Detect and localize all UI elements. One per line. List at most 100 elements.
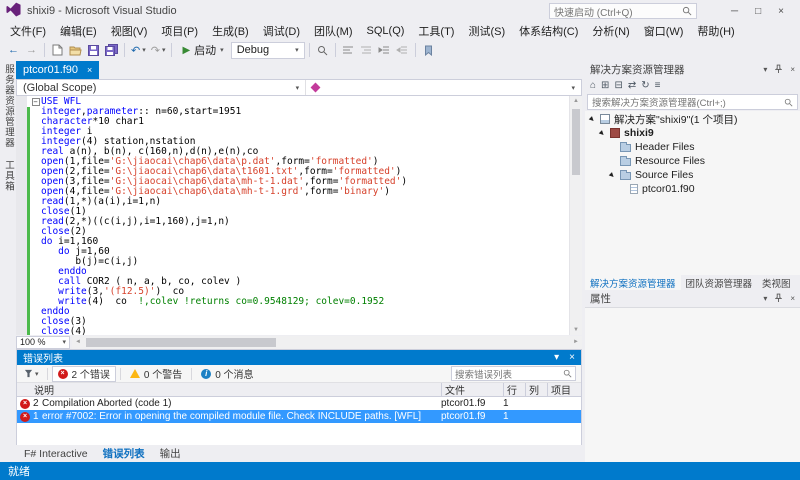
refresh-icon[interactable]: ↻	[641, 80, 649, 91]
warnings-filter-button[interactable]: 0 个警告	[125, 366, 187, 382]
menu-item-team[interactable]: 团队(M)	[307, 22, 360, 40]
column-header-file[interactable]: 文件	[441, 383, 503, 396]
collapse-all-icon[interactable]: ⊟	[614, 80, 622, 91]
errors-filter-button[interactable]: × 2 个错误	[52, 366, 116, 382]
open-file-button[interactable]	[67, 41, 84, 59]
navigate-forward-button[interactable]: →	[23, 41, 40, 59]
scroll-right-icon[interactable]: ►	[573, 339, 579, 345]
menu-item-project[interactable]: 项目(P)	[154, 22, 205, 40]
menu-item-view[interactable]: 视图(V)	[104, 22, 155, 40]
member-dropdown[interactable]: ▾	[306, 80, 581, 95]
close-icon[interactable]: ×	[790, 65, 795, 74]
save-button[interactable]	[85, 41, 102, 59]
redo-button[interactable]: ↷▾	[149, 41, 168, 59]
debug-configuration-dropdown[interactable]: Debug ▾	[231, 42, 305, 59]
menu-item-sql[interactable]: SQL(Q)	[360, 24, 412, 38]
code-editor[interactable]: −USE WFLinteger,parameter:: n=60,start=1…	[16, 96, 569, 335]
vertical-scrollbar-thumb[interactable]	[572, 109, 580, 175]
indent-button[interactable]	[376, 41, 393, 59]
pin-icon[interactable]	[775, 293, 782, 303]
maximize-button[interactable]: □	[755, 6, 761, 17]
menu-item-analyze[interactable]: 分析(N)	[585, 22, 636, 40]
sidebar-tab-toolbox[interactable]: 工具箱	[1, 160, 15, 192]
tree-item-source-files[interactable]: ▶Source Files	[585, 168, 800, 182]
status-bar: 就绪	[0, 462, 800, 480]
properties-icon[interactable]: ≡	[655, 80, 661, 91]
scope-dropdown[interactable]: (Global Scope) ▾	[17, 80, 306, 95]
column-header-column[interactable]: 列	[525, 383, 547, 396]
window-position-icon[interactable]: ▾	[763, 65, 767, 74]
start-debug-button[interactable]: ▶ 启动 ▾	[176, 41, 229, 59]
bookmark-button[interactable]	[420, 41, 437, 59]
horizontal-scrollbar-thumb[interactable]	[86, 338, 276, 347]
separator	[191, 368, 192, 380]
tree-item-resource-files[interactable]: Resource Files	[585, 154, 800, 168]
menu-item-window[interactable]: 窗口(W)	[637, 22, 691, 40]
undo-button[interactable]: ↶▾	[129, 41, 148, 59]
menu-item-help[interactable]: 帮助(H)	[690, 22, 741, 40]
vertical-scrollbar[interactable]: ▲ ▼	[569, 96, 582, 335]
solution-explorer-tab-0[interactable]: 解决方案资源管理器	[585, 275, 681, 290]
bottom-tab-0[interactable]: F# Interactive	[17, 447, 95, 461]
window-position-icon[interactable]: ▾	[763, 294, 767, 303]
save-all-button[interactable]	[103, 41, 120, 59]
quick-launch-input[interactable]: 快速启动 (Ctrl+Q)	[549, 3, 697, 19]
menu-item-architecture[interactable]: 体系结构(C)	[512, 22, 585, 40]
scroll-left-icon[interactable]: ◄	[75, 339, 81, 345]
error-row[interactable]: ×2Compilation Aborted (code 1)ptcor01.f9…	[17, 397, 581, 410]
new-file-button[interactable]	[49, 41, 66, 59]
fold-collapse-icon[interactable]: −	[32, 98, 40, 106]
tree-item-header-files[interactable]: Header Files	[585, 140, 800, 154]
messages-filter-button[interactable]: i 0 个消息	[196, 366, 258, 382]
expander-icon[interactable]: ▶	[597, 128, 608, 139]
toolbar-separator	[415, 43, 416, 57]
close-icon[interactable]: ×	[569, 352, 575, 363]
menu-item-test[interactable]: 测试(S)	[461, 22, 512, 40]
home-icon[interactable]: ⌂	[590, 80, 596, 91]
solution-explorer-search-input[interactable]: 搜索解决方案资源管理器(Ctrl+;)	[587, 94, 798, 110]
tree-item-project-shixi9[interactable]: ▶shixi9	[585, 126, 800, 140]
solution-explorer-tab-2[interactable]: 类视图	[757, 275, 796, 290]
expander-icon[interactable]: ▶	[587, 114, 598, 125]
error-row[interactable]: ×1error #7002: Error in opening the comp…	[17, 410, 581, 423]
title-bar: shixi9 - Microsoft Visual Studio 快速启动 (C…	[0, 0, 800, 22]
scroll-up-icon[interactable]: ▲	[573, 98, 579, 104]
tab-close-icon[interactable]: ×	[87, 65, 92, 75]
tree-item-solution[interactable]: ▶解决方案"shixi9"(1 个项目)	[585, 112, 800, 126]
menu-item-edit[interactable]: 编辑(E)	[53, 22, 104, 40]
uncomment-button[interactable]	[358, 41, 375, 59]
tree-item-file-ptcor01-f90[interactable]: ptcor01.f90	[585, 182, 800, 196]
column-header-description[interactable]: 说明	[17, 382, 441, 397]
close-button[interactable]: ×	[778, 6, 784, 17]
menu-item-tools[interactable]: 工具(T)	[411, 22, 461, 40]
column-header-project[interactable]: 项目	[547, 383, 581, 396]
error-list-search-input[interactable]: 搜索错误列表	[451, 366, 576, 381]
menu-item-file[interactable]: 文件(F)	[3, 22, 53, 40]
find-in-files-button[interactable]	[314, 41, 331, 59]
show-all-files-icon[interactable]: ⊞	[601, 80, 609, 91]
document-tab-ptcor01[interactable]: ptcor01.f90 ×	[16, 61, 99, 79]
error-icon-cell: ×	[17, 399, 33, 409]
code-line: character*10 char1	[16, 117, 569, 127]
close-icon[interactable]: ×	[790, 294, 795, 303]
menu-item-build[interactable]: 生成(B)	[205, 22, 256, 40]
bottom-tab-1[interactable]: 错误列表	[96, 445, 152, 462]
minimize-button[interactable]: ─	[731, 6, 738, 17]
filter-dropdown[interactable]: ▾	[20, 369, 43, 378]
scroll-down-icon[interactable]: ▼	[573, 327, 579, 333]
comment-button[interactable]	[340, 41, 357, 59]
navigate-backward-button[interactable]: ←	[5, 41, 22, 59]
sidebar-tab-server-explorer[interactable]: 服务器资源管理器	[1, 64, 15, 148]
sync-with-active-document-icon[interactable]: ⇄	[628, 80, 636, 91]
solution-explorer-tab-1[interactable]: 团队资源管理器	[681, 275, 758, 290]
zoom-dropdown[interactable]: 100 % ▾	[16, 336, 70, 349]
fold-margin	[30, 237, 41, 247]
menu-item-debug[interactable]: 调试(D)	[256, 22, 307, 40]
column-header-line[interactable]: 行	[503, 383, 525, 396]
bottom-tab-2[interactable]: 输出	[153, 445, 188, 462]
expander-icon[interactable]: ▶	[607, 170, 618, 181]
window-position-icon[interactable]: ▾	[554, 352, 559, 363]
horizontal-scrollbar[interactable]: ◄ ►	[72, 336, 582, 349]
pin-icon[interactable]	[775, 64, 782, 74]
outdent-button[interactable]	[394, 41, 411, 59]
